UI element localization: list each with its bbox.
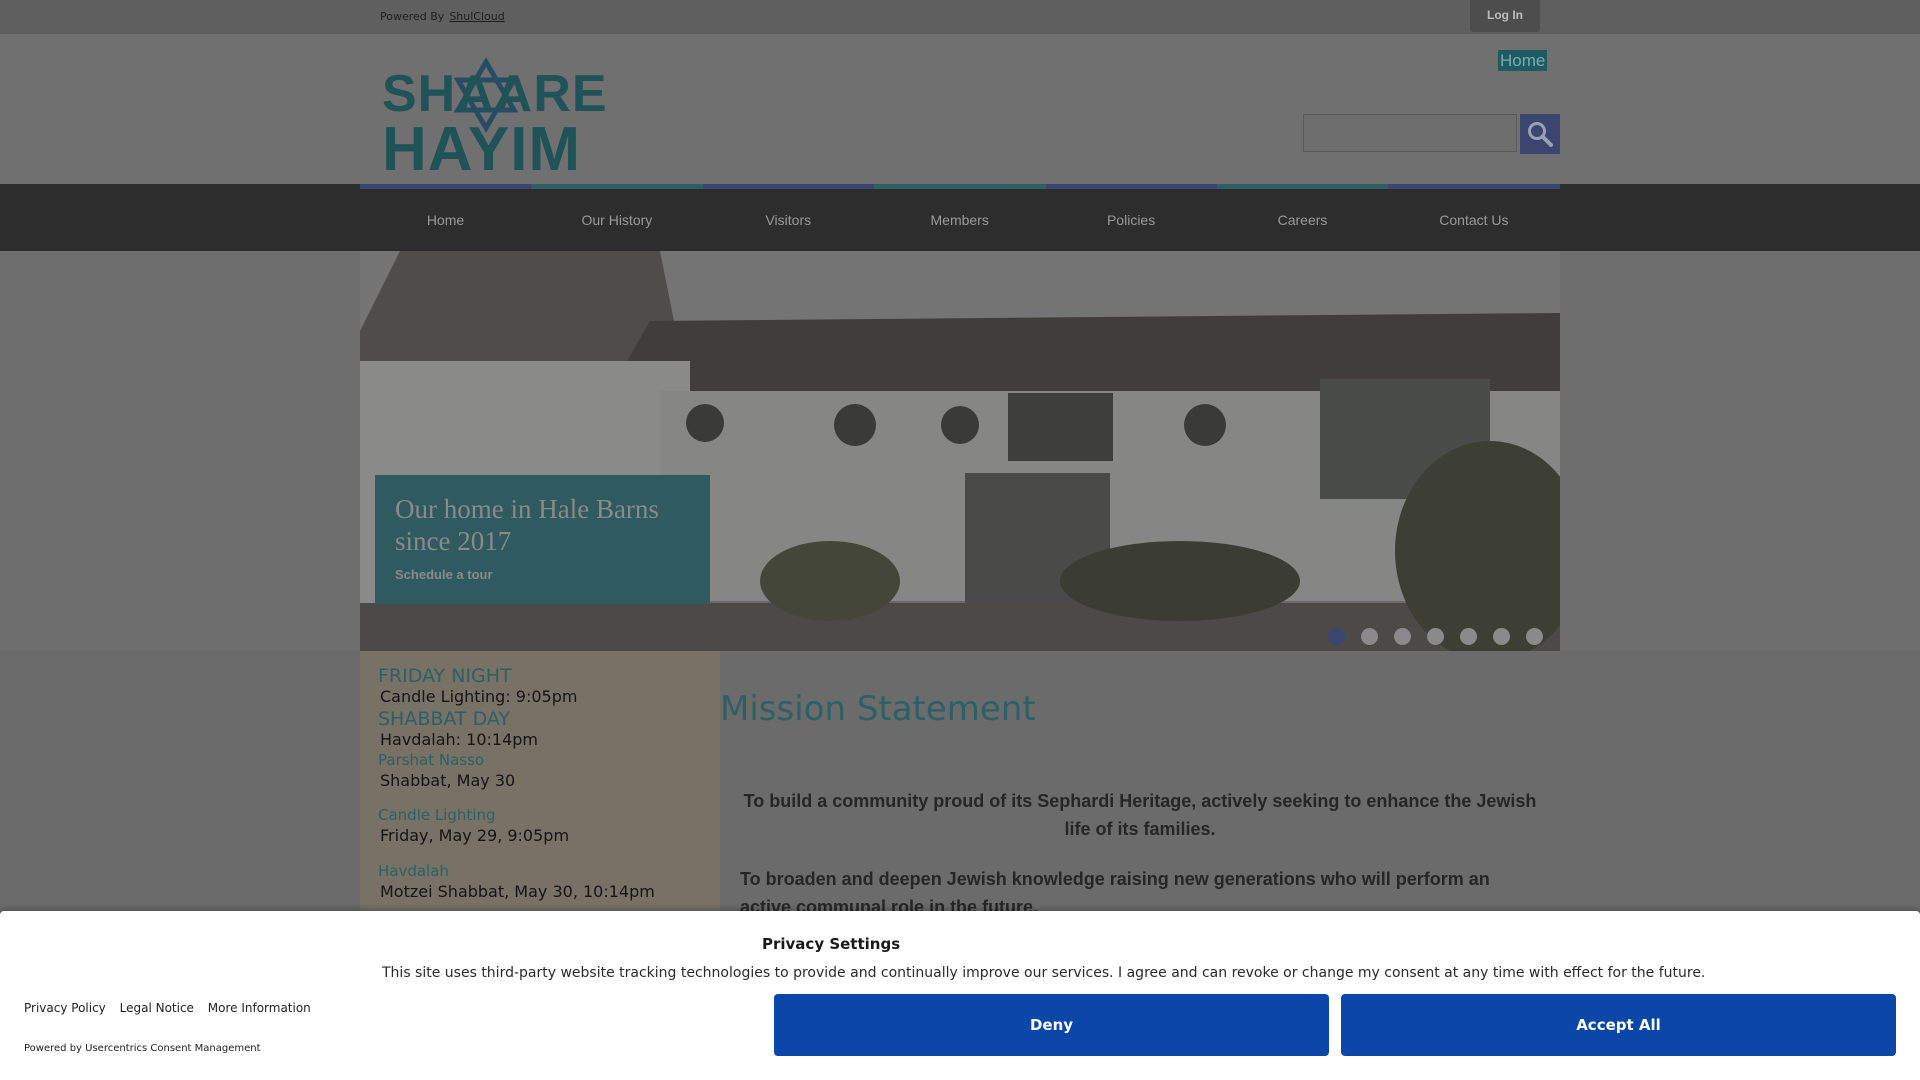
hero-caption: Our home in Hale Barns since 2017 Schedu… (375, 475, 710, 604)
main-content: Mission Statement To build a community p… (720, 651, 1560, 917)
nav-stripe (360, 184, 532, 189)
search-icon (1528, 122, 1553, 147)
nav-stripe (1217, 184, 1389, 189)
privacy-consent-banner: Privacy Settings This site uses third-pa… (0, 911, 1920, 1080)
privacy-settings-text: This site uses third-party website track… (382, 965, 1706, 981)
consent-links: Privacy Policy Legal Notice More Informa… (24, 1001, 321, 1015)
search-input[interactable] (1303, 114, 1517, 152)
mission-paragraph-1: To build a community proud of its Sephar… (743, 791, 1537, 839)
hero-caption-title: Our home in Hale Barns since 2017 (395, 494, 659, 556)
havdalah-date: Motzei Shabbat, May 30, 10:14pm (380, 882, 655, 901)
more-information-link[interactable]: More Information (208, 1001, 311, 1015)
schedule-tour-link[interactable]: Schedule a tour (395, 567, 493, 582)
nav-item-careers[interactable]: Careers (1217, 212, 1388, 228)
header-home-link[interactable]: Home (1498, 50, 1548, 71)
privacy-settings-title: Privacy Settings (762, 935, 901, 953)
havdalah-heading: Havdalah (378, 862, 449, 880)
shabbat-day-heading: SHABBAT DAY (378, 708, 511, 730)
slider-dot[interactable] (1493, 628, 1510, 645)
top-bar: Powered By ShulCloud Log In (0, 0, 1920, 34)
nav-item-our-history[interactable]: Our History (531, 212, 702, 228)
nav-item-visitors[interactable]: Visitors (703, 212, 874, 228)
friday-night-heading: FRIDAY NIGHT (378, 665, 512, 687)
nav-stripe (1045, 184, 1217, 189)
slider-dot[interactable] (1328, 628, 1345, 645)
nav-stripe (1388, 184, 1560, 189)
logo-text-line2: HAYIM (382, 115, 582, 184)
privacy-policy-link[interactable]: Privacy Policy (24, 1001, 106, 1015)
accept-all-button[interactable]: Accept All (1341, 994, 1896, 1056)
candle-lighting-date: Friday, May 29, 9:05pm (380, 826, 570, 845)
nav-stripe (531, 184, 703, 189)
nav-stripe (702, 184, 875, 189)
nav-item-members[interactable]: Members (874, 212, 1045, 228)
slider-dot[interactable] (1526, 628, 1543, 645)
legal-notice-link[interactable]: Legal Notice (120, 1001, 194, 1015)
deny-button[interactable]: Deny (774, 994, 1329, 1056)
candle-lighting-heading: Candle Lighting (378, 806, 496, 824)
parsha-heading: Parshat Nasso (378, 751, 485, 769)
slider-dot[interactable] (1361, 628, 1378, 645)
usercentrics-powered: Powered by Usercentrics Consent Manageme… (24, 1043, 261, 1054)
shulcloud-link[interactable]: ShulCloud (449, 10, 504, 23)
zmanim-sidebar: FRIDAY NIGHT Candle Lighting: 9:05pm SHA… (360, 651, 720, 911)
login-button[interactable]: Log In (1470, 0, 1540, 32)
mission-title: Mission Statement (720, 689, 1036, 729)
powered-by-label: Powered By (380, 10, 445, 23)
hero-slider[interactable]: Our home in Hale Barns since 2017 Schedu… (360, 251, 1560, 651)
nav-item-policies[interactable]: Policies (1046, 212, 1217, 228)
slider-dot[interactable] (1394, 628, 1411, 645)
friday-candle-lighting: Candle Lighting: 9:05pm (380, 687, 578, 706)
shabbat-havdalah: Havdalah: 10:14pm (380, 730, 538, 749)
parsha-date: Shabbat, May 30 (380, 771, 516, 790)
slider-dot[interactable] (1460, 628, 1477, 645)
site-header (0, 34, 1920, 184)
main-nav: Home Our History Visitors Members Policies Ca… (0, 184, 1920, 251)
powered-by: Powered By ShulCloud (380, 10, 505, 23)
slider-dot[interactable] (1427, 628, 1444, 645)
nav-item-contact-us[interactable]: Contact Us (1388, 212, 1559, 228)
nav-item-home[interactable]: Home (360, 212, 531, 228)
search-button[interactable] (1520, 114, 1560, 154)
site-logo[interactable]: SHAARE HAYIM (380, 58, 630, 184)
nav-stripe (874, 184, 1046, 189)
